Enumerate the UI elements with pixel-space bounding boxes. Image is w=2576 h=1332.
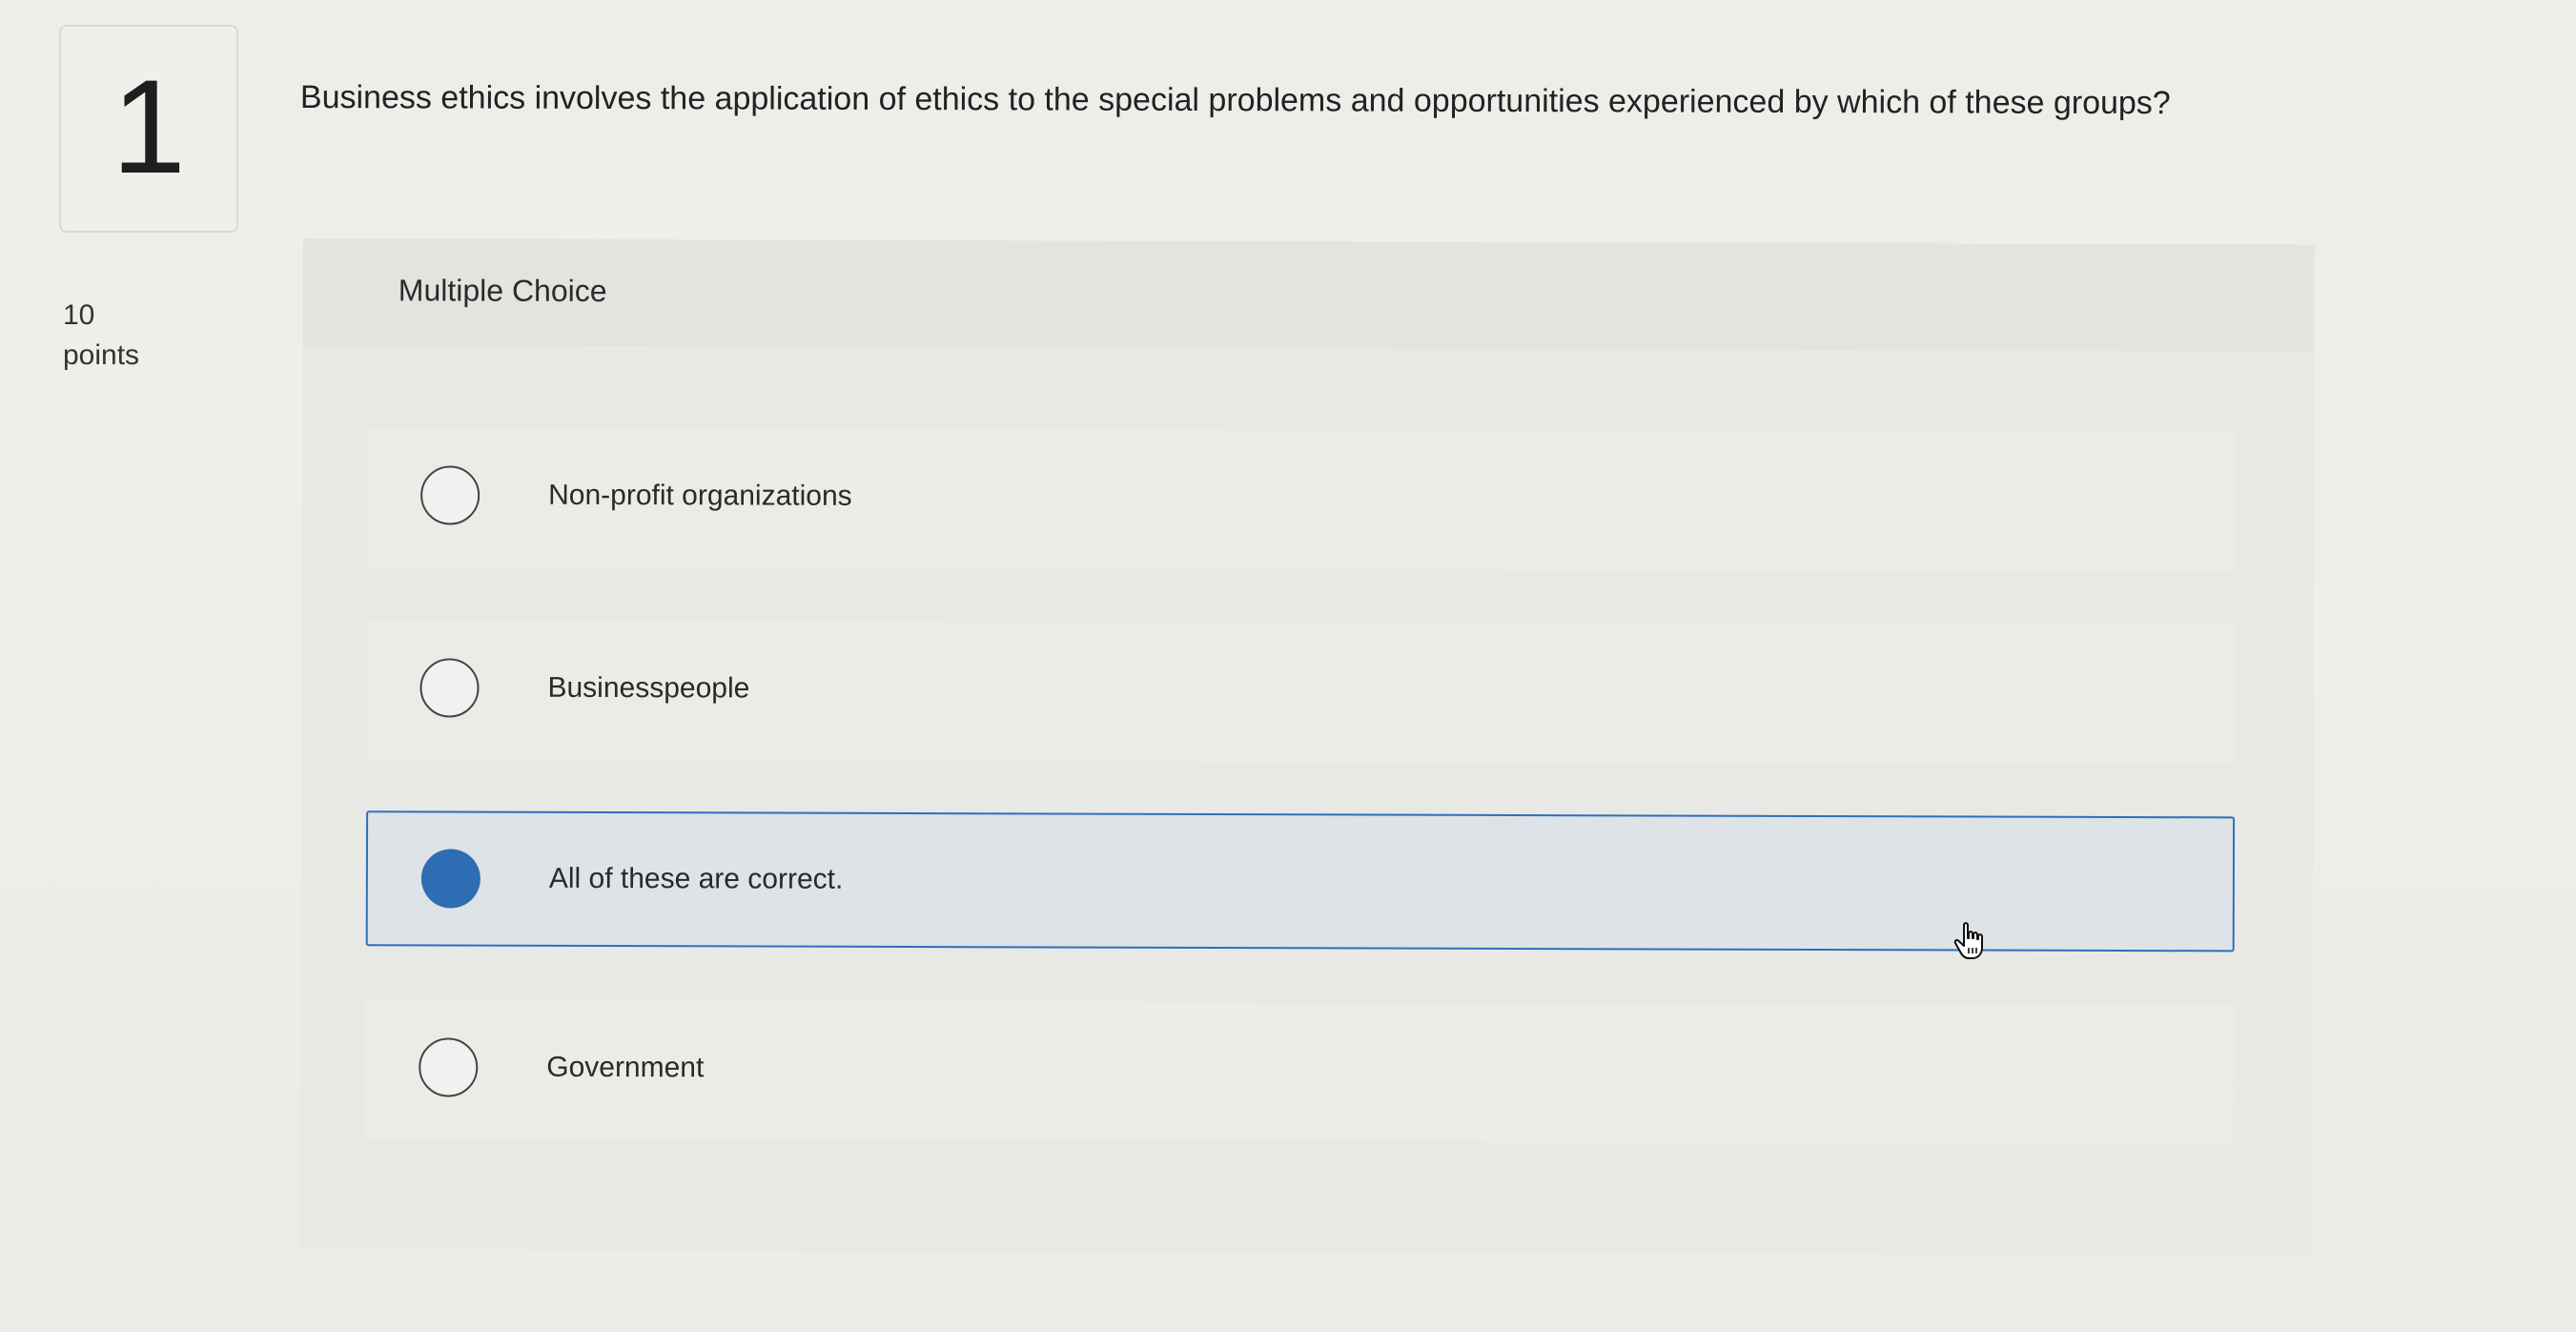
radio-button-1[interactable]	[420, 465, 480, 525]
choice-label-3: All of these are correct.	[548, 862, 844, 895]
choice-option-1[interactable]: Non-profit organizations	[366, 427, 2237, 573]
question-type-label: Multiple Choice	[398, 273, 607, 309]
answer-panel: Multiple Choice Non-profit organizations…	[299, 238, 2315, 1256]
points-label: points	[63, 339, 140, 371]
choice-label-1: Non-profit organizations	[548, 479, 852, 512]
radio-button-2[interactable]	[419, 658, 480, 718]
hand-pointer-icon	[1953, 922, 1983, 959]
question-text: Business ethics involves the application…	[299, 78, 2171, 122]
question-number: 1	[112, 51, 186, 201]
choice-label-2: Businesspeople	[547, 671, 750, 705]
question-type-header: Multiple Choice	[302, 238, 2315, 352]
radio-button-3-selected[interactable]	[420, 849, 480, 909]
points-value: 10	[63, 299, 95, 331]
choice-option-4[interactable]: Government	[365, 999, 2235, 1145]
question-number-box: 1	[59, 25, 238, 233]
choice-option-2[interactable]: Businesspeople	[366, 620, 2236, 766]
points-info: 10 points	[63, 296, 139, 376]
choice-label-4: Government	[546, 1051, 705, 1084]
radio-button-4[interactable]	[419, 1037, 479, 1097]
